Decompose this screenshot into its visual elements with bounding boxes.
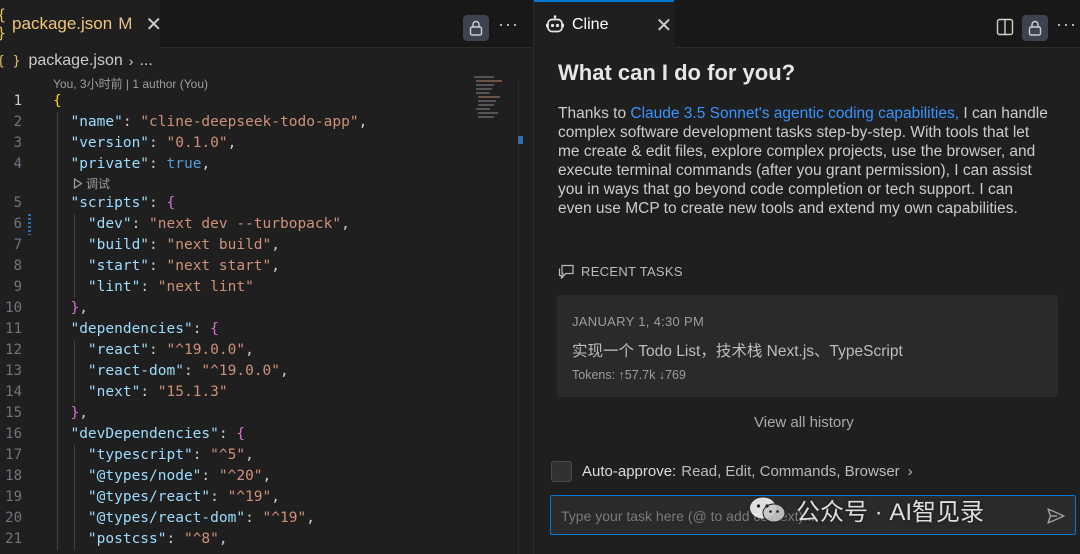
code-line: "react-dom": "^19.0.0", bbox=[87, 363, 289, 379]
git-modified-indicator bbox=[28, 214, 31, 235]
tab-cline[interactable]: Cline ✕ bbox=[534, 0, 674, 48]
code-line: { bbox=[53, 93, 62, 109]
code-line: "scripts": { bbox=[70, 195, 176, 211]
line-number: 16 bbox=[5, 426, 22, 442]
line-number: 2 bbox=[13, 114, 22, 130]
code-line: }, bbox=[70, 405, 88, 421]
breadcrumb-file[interactable]: package.json bbox=[28, 52, 122, 70]
code-line: "private": true, bbox=[70, 156, 211, 172]
task-title: 实现一个 Todo List，技术栈 Next.js、TypeScript bbox=[572, 343, 903, 360]
code-line: "dev": "next dev --turbopack", bbox=[87, 216, 350, 232]
auto-approve-items: Read, Edit, Commands, Browser bbox=[681, 463, 900, 480]
lock-icon bbox=[1028, 20, 1042, 36]
cline-tab-label: Cline bbox=[572, 16, 609, 33]
cline-tab-bar: Cline ✕ ··· bbox=[534, 0, 1080, 48]
auto-approve-row[interactable]: Auto-approve: Read, Edit, Commands, Brow… bbox=[551, 461, 913, 482]
more-icon: ··· bbox=[1056, 14, 1077, 34]
code-line: "typescript": "^5", bbox=[87, 447, 254, 463]
line-number: 8 bbox=[13, 258, 22, 274]
send-icon[interactable] bbox=[1045, 505, 1067, 527]
code-line: "start": "next start", bbox=[87, 258, 280, 274]
editor-scrollbar[interactable] bbox=[518, 80, 533, 554]
more-actions-button[interactable]: ··· bbox=[498, 14, 519, 35]
line-number: 1 bbox=[13, 93, 22, 109]
line-number: 15 bbox=[5, 405, 22, 421]
tab-close-button[interactable]: ✕ bbox=[145, 12, 162, 37]
task-date: JANUARY 1, 4:30 PM bbox=[572, 314, 705, 329]
cline-tab-close-button[interactable]: ✕ bbox=[655, 13, 672, 38]
line-number: 10 bbox=[5, 300, 22, 316]
code-line: "version": "0.1.0", bbox=[70, 135, 237, 151]
tab-filename: package.json bbox=[12, 14, 113, 33]
breadcrumb-separator: › bbox=[128, 53, 134, 69]
capabilities-link[interactable]: Claude 3.5 Sonnet's agentic coding capab… bbox=[630, 105, 959, 122]
code-line: "name": "cline-deepseek-todo-app", bbox=[70, 114, 368, 130]
line-number: 9 bbox=[13, 279, 22, 295]
recent-tasks-label: RECENT TASKS bbox=[581, 264, 683, 279]
git-blame-lens[interactable]: You, 3小时前 | 1 author (You) bbox=[53, 75, 208, 92]
code-line: "react": "^19.0.0", bbox=[87, 342, 254, 358]
code-line: "devDependencies": { bbox=[70, 426, 246, 442]
tab-package-json[interactable]: { } package.json M ✕ bbox=[0, 0, 162, 48]
recent-tasks-header: RECENT TASKS bbox=[558, 264, 683, 279]
json-file-icon: { } bbox=[0, 53, 21, 69]
debug-codelens[interactable]: 调试 bbox=[73, 175, 110, 193]
play-icon bbox=[73, 177, 83, 190]
chat-icon bbox=[558, 264, 574, 279]
scrollbar-change-marker bbox=[518, 136, 523, 144]
robot-icon bbox=[546, 15, 564, 33]
line-number: 7 bbox=[13, 237, 22, 253]
code-line: "build": "next build", bbox=[87, 237, 280, 253]
task-input[interactable] bbox=[561, 505, 1031, 527]
lock-icon bbox=[469, 20, 483, 36]
code-line: "next": "15.1.3" bbox=[87, 384, 228, 400]
code-editor: { } package.json M ✕ ··· { } package.jso… bbox=[0, 0, 533, 554]
line-number: 21 bbox=[5, 531, 22, 547]
auto-approve-checkbox[interactable] bbox=[551, 461, 572, 482]
chevron-right-icon[interactable]: › bbox=[908, 463, 913, 480]
line-number: 4 bbox=[13, 156, 22, 172]
line-number: 20 bbox=[5, 510, 22, 526]
more-actions-button[interactable]: ··· bbox=[1056, 14, 1077, 35]
breadcrumb-more[interactable]: ... bbox=[139, 52, 152, 70]
line-number: 12 bbox=[5, 342, 22, 358]
editor-tab-bar: { } package.json M ✕ ··· bbox=[0, 0, 533, 48]
line-number: 17 bbox=[5, 447, 22, 463]
line-number: 5 bbox=[13, 195, 22, 211]
modified-indicator: M bbox=[118, 14, 133, 33]
auto-approve-label: Auto-approve: bbox=[582, 463, 677, 480]
cline-panel: Cline ✕ ··· What can I do for you? Thank… bbox=[534, 0, 1080, 554]
code-line: "lint": "next lint" bbox=[87, 279, 254, 295]
line-number: 14 bbox=[5, 384, 22, 400]
code-line: "@types/react-dom": "^19", bbox=[87, 510, 315, 526]
code-line: "@types/node": "^20", bbox=[87, 468, 272, 484]
code-line: "@types/react": "^19", bbox=[87, 489, 280, 505]
code-line: "postcss": "^8", bbox=[87, 531, 228, 547]
split-editor-icon[interactable] bbox=[996, 18, 1014, 36]
lock-editor-button[interactable] bbox=[463, 15, 489, 41]
code-line: }, bbox=[70, 300, 88, 316]
line-number: 6 bbox=[13, 216, 22, 232]
line-number: 3 bbox=[13, 135, 22, 151]
json-file-icon: { } bbox=[0, 6, 6, 42]
task-input-box[interactable] bbox=[550, 495, 1076, 535]
intro-prefix: Thanks to bbox=[558, 105, 631, 122]
line-number: 18 bbox=[5, 468, 22, 484]
task-tokens: Tokens: ↑57.7k ↓769 bbox=[572, 368, 686, 382]
minimap[interactable] bbox=[470, 74, 510, 122]
breadcrumb: { } package.json › ... bbox=[0, 50, 153, 72]
line-number: 13 bbox=[5, 363, 22, 379]
lock-panel-button[interactable] bbox=[1022, 15, 1048, 41]
code-line: "dependencies": { bbox=[70, 321, 219, 337]
more-icon: ··· bbox=[498, 14, 519, 34]
welcome-heading: What can I do for you? bbox=[558, 60, 796, 85]
intro-paragraph: Thanks to Claude 3.5 Sonnet's agentic co… bbox=[558, 104, 1048, 218]
line-number: 19 bbox=[5, 489, 22, 505]
view-all-history-button[interactable]: View all history bbox=[754, 414, 854, 431]
line-number: 11 bbox=[5, 321, 22, 337]
recent-task-card[interactable]: JANUARY 1, 4:30 PM 实现一个 Todo List，技术栈 Ne… bbox=[557, 295, 1058, 397]
